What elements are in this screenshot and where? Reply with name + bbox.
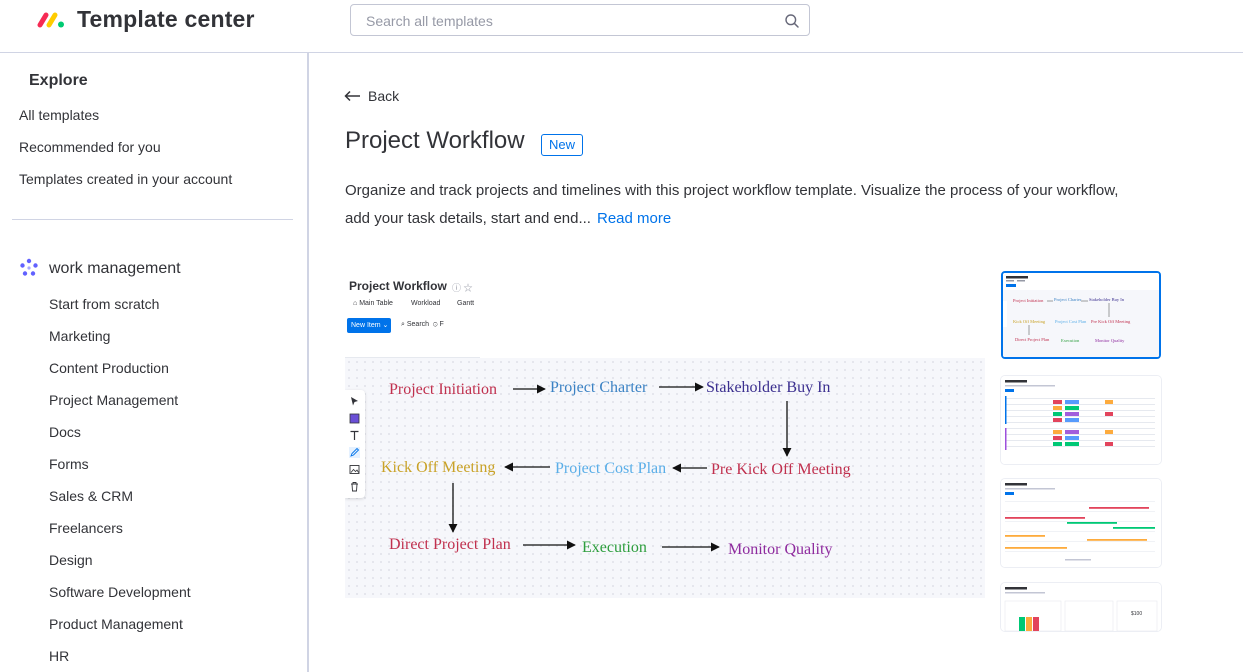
read-more-link[interactable]: Read more [597, 210, 671, 227]
back-label: Back [368, 88, 400, 104]
explore-heading: Explore [29, 72, 88, 89]
svg-text:$100: $100 [1131, 611, 1142, 617]
sidebar-item-project-management[interactable]: Project Management [49, 392, 178, 408]
arrow-left-icon [344, 90, 360, 102]
search-icon[interactable] [784, 13, 800, 29]
search-input[interactable] [366, 12, 766, 30]
thumbnail-gantt[interactable] [1001, 479, 1161, 567]
svg-text:Direct Project Plan: Direct Project Plan [1015, 337, 1050, 342]
sidebar-item-recommended[interactable]: Recommended for you [19, 139, 161, 155]
sidebar-item-hr[interactable]: HR [49, 648, 69, 664]
template-description: Organize and track projects and timeline… [345, 177, 1135, 233]
svg-text:Pre Kick Off Meeting: Pre Kick Off Meeting [1091, 319, 1131, 324]
flow-node-stakeholder-buy-in: Stakeholder Buy In [706, 379, 830, 396]
sidebar-item-marketing[interactable]: Marketing [49, 328, 110, 344]
svg-text:Kick Off Meeting: Kick Off Meeting [1013, 319, 1046, 324]
flow-node-project-charter: Project Charter [550, 379, 648, 396]
svg-text:Project Initiation: Project Initiation [1013, 298, 1044, 303]
thumbnail-main-table[interactable] [1001, 376, 1161, 464]
thumbnail-dashboard-image: $100 [1001, 583, 1161, 631]
flow-node-pre-kick-off-meeting: Pre Kick Off Meeting [711, 461, 851, 478]
sidebar-item-docs[interactable]: Docs [49, 424, 81, 440]
template-preview-image: Project Workflow ⓘ ☆ ⌂ Main Table Worklo… [345, 270, 985, 598]
top-header: Template center [0, 0, 1243, 53]
sidebar-item-sales-crm[interactable]: Sales & CRM [49, 488, 133, 504]
flow-node-monitor-quality: Monitor Quality [728, 541, 832, 558]
workflow-diagram: Project Initiation Project Charter Stake… [381, 379, 851, 558]
work-management-icon [20, 258, 38, 276]
svg-text:Stakeholder Buy In: Stakeholder Buy In [1089, 297, 1125, 302]
page-title: Project Workflow [345, 127, 525, 154]
svg-text:Monitor Quality: Monitor Quality [1095, 338, 1125, 343]
sidebar-item-created-in-account[interactable]: Templates created in your account [19, 171, 232, 187]
sidebar-item-design[interactable]: Design [49, 552, 93, 568]
sidebar-item-freelancers[interactable]: Freelancers [49, 520, 123, 536]
monday-logo-icon[interactable] [37, 11, 65, 29]
sidebar-item-software-development[interactable]: Software Development [49, 584, 191, 600]
flow-node-project-initiation: Project Initiation [389, 381, 497, 398]
thumbnail-workflow-image: Project Initiation Project Charter Stake… [1003, 273, 1159, 357]
sidebar-item-product-management[interactable]: Product Management [49, 616, 183, 632]
search-box[interactable] [350, 4, 810, 36]
app-title: Template center [77, 6, 255, 32]
thumbnail-gantt-image [1001, 479, 1161, 567]
new-badge: New [541, 134, 584, 156]
flow-node-project-cost-plan: Project Cost Plan [555, 460, 666, 477]
sidebar-item-all-templates[interactable]: All templates [19, 107, 99, 123]
svg-text:Execution: Execution [1061, 338, 1080, 343]
flow-node-execution: Execution [582, 539, 647, 556]
work-management-label: work management [49, 260, 181, 277]
sidebar-divider [12, 219, 293, 220]
svg-text:Project Charter: Project Charter [1054, 297, 1082, 302]
sidebar-item-content-production[interactable]: Content Production [49, 360, 169, 376]
sidebar: Explore All templates Recommended for yo… [0, 53, 309, 672]
thumbnail-dashboard[interactable]: $100 [1001, 583, 1161, 631]
flow-node-kick-off-meeting: Kick Off Meeting [381, 459, 495, 476]
flow-node-direct-project-plan: Direct Project Plan [389, 536, 511, 553]
svg-text:Project Cost Plan: Project Cost Plan [1055, 319, 1087, 324]
sidebar-item-start-from-scratch[interactable]: Start from scratch [49, 296, 159, 312]
description-text: Organize and track projects and timeline… [345, 182, 1119, 227]
thumbnail-main-table-image [1001, 376, 1161, 464]
sidebar-item-forms[interactable]: Forms [49, 456, 89, 472]
thumbnail-workflow[interactable]: Project Initiation Project Charter Stake… [1001, 271, 1161, 359]
